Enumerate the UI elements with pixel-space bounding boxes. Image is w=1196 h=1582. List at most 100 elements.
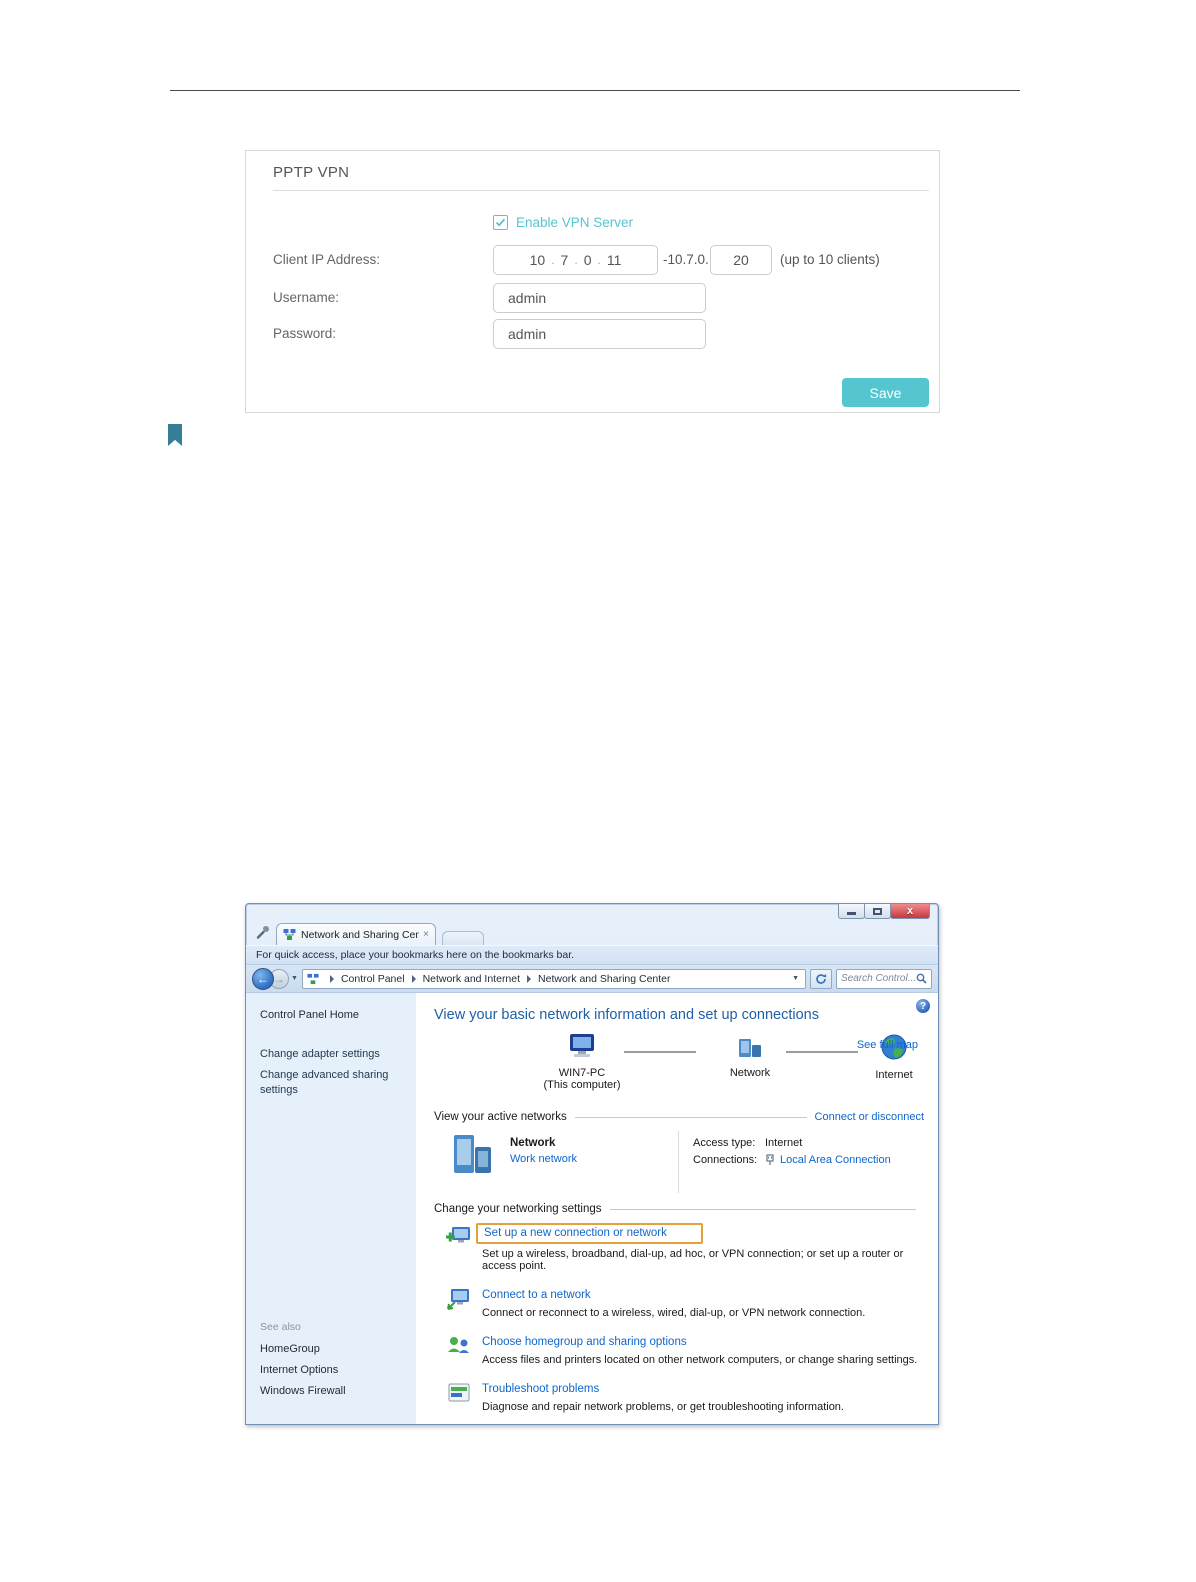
- username-field[interactable]: admin: [493, 283, 706, 313]
- username-value: admin: [508, 290, 547, 306]
- map-node-sublabel: (This computer): [543, 1079, 621, 1091]
- active-networks-label: View your active networks: [434, 1111, 567, 1123]
- sidebar-item-homegroup[interactable]: HomeGroup: [260, 1343, 346, 1355]
- network-map: WIN7-PC (This computer) Network Internet…: [434, 1031, 924, 1105]
- rule: [609, 1208, 916, 1210]
- ip-range-prefix: -10.7.0.: [663, 252, 709, 267]
- task-setup-new-connection: Set up a new connection or network Set u…: [446, 1223, 924, 1272]
- save-button[interactable]: Save: [842, 378, 929, 407]
- networking-settings-label: Change your networking settings: [434, 1203, 602, 1215]
- local-area-connection-link[interactable]: Local Area Connection: [780, 1154, 891, 1166]
- task-troubleshoot-problems: Troubleshoot problems Diagnose and repai…: [446, 1379, 924, 1413]
- address-bar[interactable]: Control Panel Network and Internet Netwo…: [301, 968, 806, 989]
- sidebar-item-change-adapter-settings[interactable]: Change adapter settings: [260, 1047, 390, 1062]
- active-network-details: Access type: Internet Connections: Local…: [678, 1131, 924, 1193]
- navigation-bar: ← → ▼ Control Panel Network and Internet…: [246, 965, 938, 992]
- address-dropdown-icon[interactable]: ▼: [792, 975, 801, 982]
- task-text: Set up a new connection or network Set u…: [476, 1223, 924, 1272]
- clients-hint: (up to 10 clients): [780, 252, 880, 267]
- rule: [574, 1116, 807, 1118]
- password-field[interactable]: admin: [493, 319, 706, 349]
- network-tab-icon: [283, 929, 296, 940]
- active-network-names: Network Work network: [510, 1131, 577, 1193]
- ip-octet: 7: [560, 252, 569, 268]
- task-text: Troubleshoot problems Diagnose and repai…: [482, 1379, 844, 1413]
- ip-dot: .: [574, 253, 578, 267]
- access-type-row: Access type: Internet: [693, 1137, 924, 1149]
- history-dropdown-icon[interactable]: ▼: [291, 975, 298, 982]
- enable-vpn-label: Enable VPN Server: [516, 215, 634, 230]
- homegroup-icon: [448, 1337, 469, 1353]
- back-arrow-icon: ←: [257, 971, 269, 986]
- back-button[interactable]: ←: [252, 967, 274, 990]
- breadcrumb-control-panel[interactable]: Control Panel: [341, 973, 405, 985]
- bookmarks-bar[interactable]: For quick access, place your bookmarks h…: [246, 945, 938, 965]
- tab-title: Network and Sharing Cent: [301, 928, 420, 941]
- ip-octet: 11: [606, 252, 622, 268]
- sidebar-item-change-advanced-sharing[interactable]: Change advanced sharing settings: [260, 1068, 390, 1098]
- enable-vpn-checkbox[interactable]: [493, 215, 508, 230]
- client-ip-start-input[interactable]: 10. 7. 0. 11: [493, 245, 658, 275]
- ip-end-value: 20: [733, 252, 749, 268]
- forward-arrow-icon: →: [273, 971, 285, 986]
- sidebar-item-control-panel-home[interactable]: Control Panel Home: [260, 1009, 416, 1021]
- document-page: PPTP VPN Enable VPN Server Client IP Add…: [0, 0, 1196, 1582]
- troubleshoot-problems-link[interactable]: Troubleshoot problems: [482, 1383, 599, 1395]
- see-full-map-link[interactable]: See full map: [857, 1039, 918, 1051]
- enable-vpn-row: Enable VPN Server: [493, 215, 633, 230]
- breadcrumb-separator: [329, 974, 334, 983]
- client-ip-end-input[interactable]: 20: [710, 245, 772, 275]
- connections-label: Connections:: [693, 1154, 758, 1166]
- sidebar-item-windows-firewall[interactable]: Windows Firewall: [260, 1385, 346, 1397]
- networking-settings-header: Change your networking settings: [434, 1203, 924, 1215]
- wrench-icon[interactable]: [254, 925, 270, 941]
- work-network-link[interactable]: Work network: [510, 1153, 577, 1165]
- password-label: Password:: [273, 326, 337, 341]
- tab-close-icon[interactable]: ×: [423, 929, 429, 940]
- window-titlebar[interactable]: x: [246, 904, 938, 920]
- task-text: Connect to a network Connect or reconnec…: [482, 1285, 865, 1319]
- sidebar-see-also-group: See also HomeGroup Internet Options Wind…: [260, 1321, 346, 1406]
- task-description: Set up a wireless, broadband, dial-up, a…: [482, 1248, 904, 1272]
- refresh-icon: [816, 973, 827, 984]
- task-homegroup-options: Choose homegroup and sharing options Acc…: [446, 1332, 924, 1366]
- task-description: Diagnose and repair network problems, or…: [482, 1401, 844, 1413]
- map-node-this-computer[interactable]: WIN7-PC (This computer): [534, 1033, 630, 1091]
- close-button[interactable]: x: [890, 904, 930, 919]
- maximize-icon: [873, 907, 882, 915]
- sidebar-item-internet-options[interactable]: Internet Options: [260, 1364, 346, 1376]
- minimize-icon: [847, 912, 856, 915]
- help-icon[interactable]: ?: [916, 999, 930, 1013]
- task-text: Choose homegroup and sharing options Acc…: [482, 1332, 917, 1366]
- breadcrumb-separator: [527, 974, 532, 983]
- search-icon: [916, 973, 927, 984]
- new-tab-button[interactable]: [442, 931, 484, 945]
- network-icon: [739, 1039, 761, 1057]
- network-sharing-center-window: x Network and Sharing Cent × For quick a…: [245, 903, 939, 1425]
- new-connection-icon: [446, 1227, 470, 1243]
- homegroup-options-link[interactable]: Choose homegroup and sharing options: [482, 1336, 687, 1348]
- panel-title: PPTP VPN: [273, 164, 350, 181]
- connect-to-network-link[interactable]: Connect to a network: [482, 1289, 591, 1301]
- caption-buttons: x: [838, 904, 930, 919]
- search-box[interactable]: Search Control...: [836, 968, 932, 989]
- active-network-name: Network: [510, 1137, 556, 1149]
- breadcrumb-network-internet[interactable]: Network and Internet: [423, 973, 520, 985]
- active-network-card: Network Work network Access type: Intern…: [448, 1131, 924, 1193]
- setup-new-connection-link[interactable]: Set up a new connection or network: [476, 1223, 703, 1244]
- tab-network-sharing-center[interactable]: Network and Sharing Cent ×: [276, 923, 436, 945]
- client-ip-label: Client IP Address:: [273, 252, 381, 267]
- minimize-button[interactable]: [838, 904, 865, 919]
- troubleshoot-icon: [448, 1383, 470, 1402]
- tab-bar: Network and Sharing Cent ×: [246, 920, 938, 945]
- task-description: Connect or reconnect to a wireless, wire…: [482, 1307, 866, 1319]
- checkmark-icon: [495, 218, 506, 227]
- refresh-button[interactable]: [810, 968, 832, 989]
- search-placeholder: Search Control...: [841, 973, 916, 984]
- connections-row: Connections: Local Area Connection: [693, 1154, 924, 1166]
- breadcrumb-network-sharing-center[interactable]: Network and Sharing Center: [538, 973, 671, 985]
- map-node-network[interactable]: Network: [702, 1037, 798, 1079]
- ethernet-plug-icon: [766, 1154, 774, 1165]
- maximize-button[interactable]: [864, 904, 891, 919]
- connect-or-disconnect-link[interactable]: Connect or disconnect: [815, 1111, 924, 1123]
